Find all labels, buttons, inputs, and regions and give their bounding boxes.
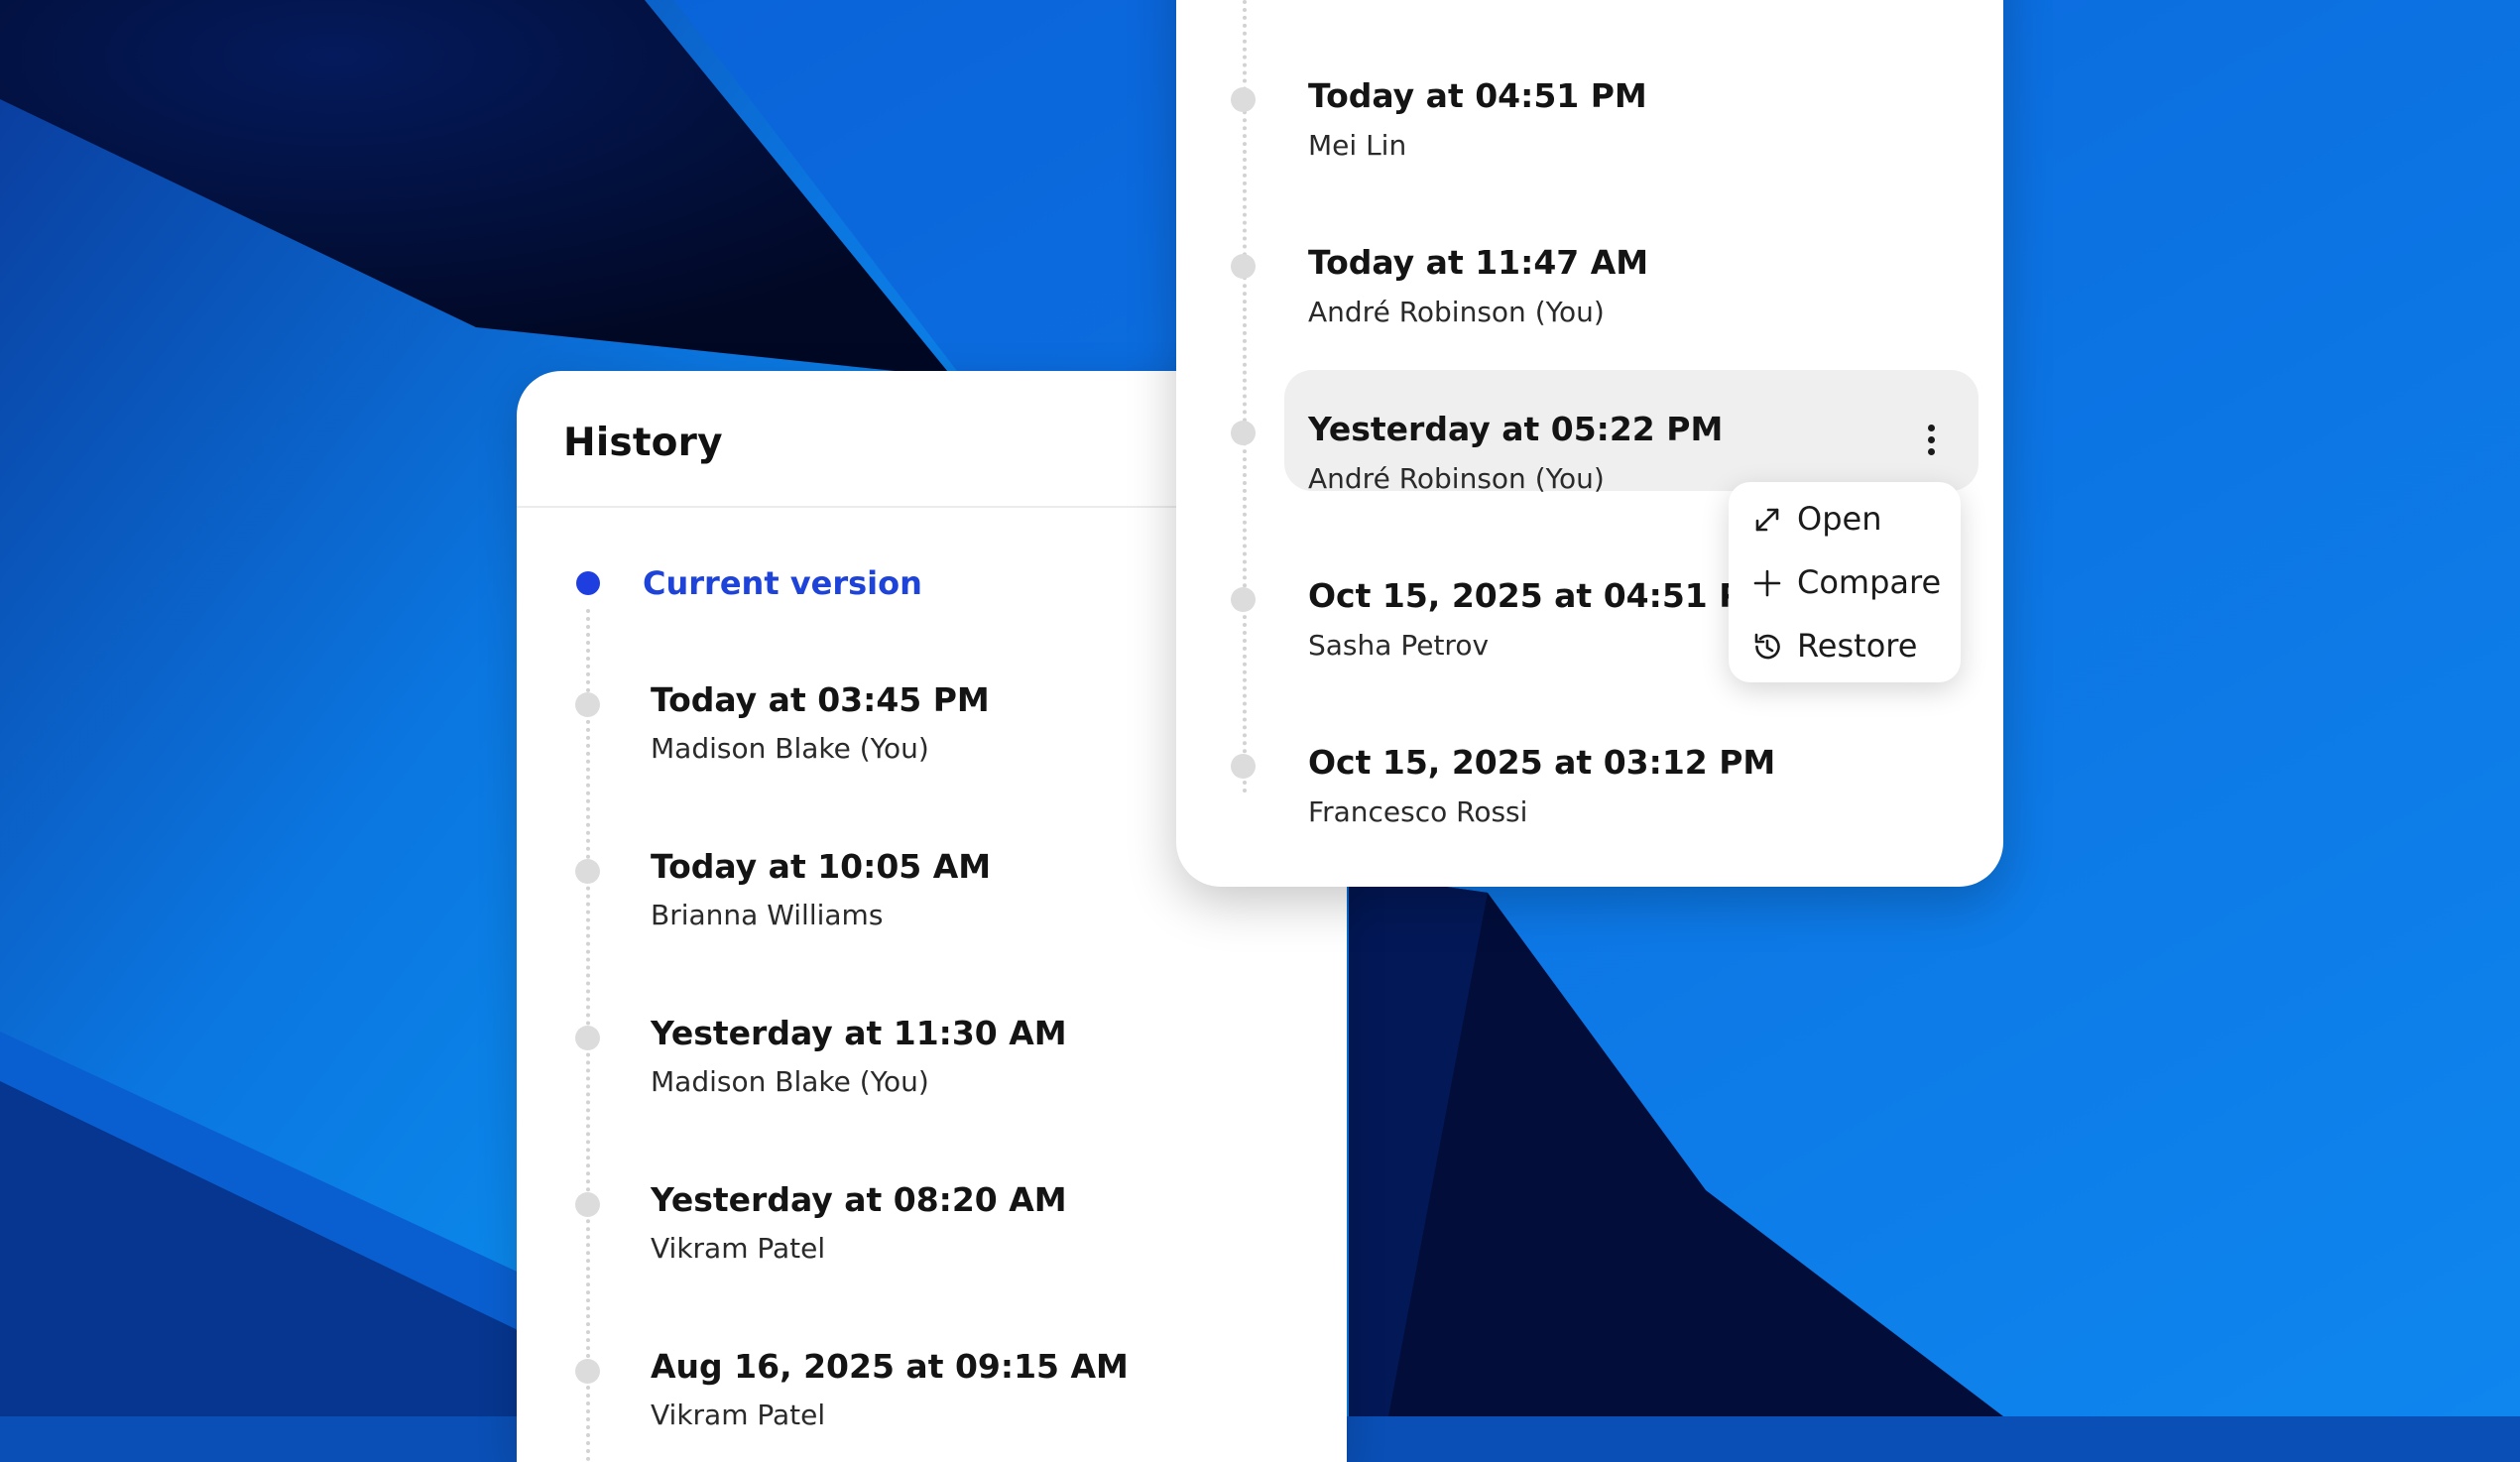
version-date: Today at 11:47 AM (1308, 243, 1649, 282)
more-options-button[interactable] (1911, 415, 1951, 464)
version-author: Francesco Rossi (1308, 795, 1528, 828)
version-author: André Robinson (You) (1308, 462, 1605, 495)
timeline-dot (1231, 254, 1256, 279)
timeline-dot (575, 1359, 600, 1384)
menu-item-open[interactable]: Open (1729, 490, 1961, 549)
menu-item-label: Compare (1797, 563, 1942, 601)
current-version-link[interactable]: Current version (643, 564, 922, 602)
timeline-dot (575, 859, 600, 884)
version-item[interactable]: Oct 15, 2025 at 03:12 PM Francesco Rossi (1176, 743, 2003, 862)
timeline-dot (1231, 87, 1256, 112)
menu-item-restore[interactable]: Restore (1729, 617, 1961, 676)
version-context-menu: Open Compare Restore (1729, 482, 1961, 682)
version-author: Madison Blake (You) (651, 732, 929, 765)
version-date: Yesterday at 08:20 AM (651, 1180, 1067, 1219)
version-date: Oct 15, 2025 at 04:51 PM (1308, 576, 1776, 615)
expand-icon (1755, 508, 1779, 532)
plus-icon (1753, 569, 1781, 597)
version-date: Aug 16, 2025 at 09:15 AM (651, 1347, 1129, 1386)
current-version-dot (576, 571, 600, 595)
timeline-dot (575, 1192, 600, 1217)
timeline-dot (1231, 587, 1256, 612)
version-item[interactable]: Today at 04:51 PM Mei Lin (1176, 76, 2003, 195)
version-date: Yesterday at 11:30 AM (651, 1014, 1067, 1052)
timeline-dot (575, 1026, 600, 1050)
version-author: Brianna Williams (651, 899, 884, 931)
menu-item-compare[interactable]: Compare (1729, 553, 1961, 613)
history-title: History (563, 421, 723, 465)
version-author: Vikram Patel (651, 1399, 826, 1431)
version-author: André Robinson (You) (1308, 296, 1605, 328)
timeline-dot (1231, 421, 1256, 445)
history-version-item[interactable]: Aug 16, 2025 at 09:15 AM Vikram Patel (517, 1347, 1347, 1462)
history-restore-icon (1754, 633, 1780, 660)
version-author: Mei Lin (1308, 129, 1407, 162)
menu-item-label: Open (1797, 500, 1882, 538)
menu-item-label: Restore (1797, 627, 1918, 665)
version-author: Sasha Petrov (1308, 629, 1490, 662)
version-author: Madison Blake (You) (651, 1065, 929, 1098)
history-version-item[interactable]: Yesterday at 11:30 AM Madison Blake (You… (517, 1014, 1347, 1133)
version-author: Vikram Patel (651, 1232, 826, 1265)
timeline-dot (1231, 754, 1256, 779)
timeline-dot (575, 692, 600, 717)
history-version-item[interactable]: Yesterday at 08:20 AM Vikram Patel (517, 1180, 1347, 1299)
versions-panel: Today at 04:51 PM Mei Lin Today at 11:47… (1176, 0, 2003, 887)
version-date: Today at 03:45 PM (651, 680, 990, 719)
version-item[interactable]: Today at 11:47 AM André Robinson (You) (1176, 243, 2003, 362)
version-date: Today at 04:51 PM (1308, 76, 1647, 115)
more-vertical-icon (1927, 424, 1935, 431)
version-date: Oct 15, 2025 at 03:12 PM (1308, 743, 1776, 782)
version-date: Yesterday at 05:22 PM (1308, 410, 1724, 448)
version-date: Today at 10:05 AM (651, 847, 992, 886)
